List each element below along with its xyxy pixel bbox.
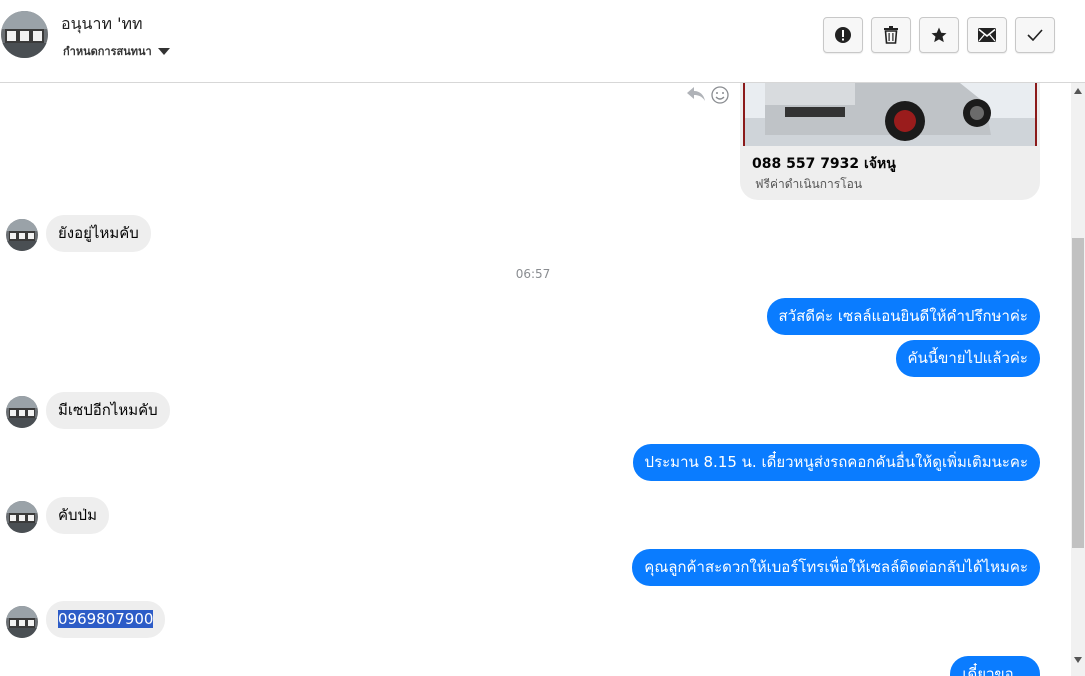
outgoing-message[interactable]: สวัสดีค่ะ เซลล์แอนยินดีให้คำปรึกษาค่ะ — [766, 298, 1040, 335]
conversation-settings-label: กำหนดการสนทนา — [63, 45, 152, 58]
scrollbar[interactable] — [1071, 83, 1085, 676]
scroll-thumb[interactable] — [1072, 238, 1084, 548]
incoming-message[interactable]: มีเซปอีกไหมคับ — [46, 392, 170, 429]
incoming-message-phone[interactable]: 0969807900 — [46, 601, 166, 638]
contact-avatar[interactable] — [1, 11, 48, 58]
conversation-header: อนุนาท 'ทท กำหนดการสนทนา — [0, 0, 1085, 83]
incoming-message[interactable]: คับป่ม — [46, 497, 109, 534]
contact-name[interactable]: อนุนาท 'ทท — [61, 12, 143, 37]
star-button[interactable] — [919, 17, 959, 53]
mail-icon — [978, 28, 996, 42]
check-icon — [1027, 29, 1043, 41]
attachment-title: 088 557 7932 เจ้หนู — [752, 156, 896, 172]
avatar[interactable] — [6, 396, 38, 428]
report-icon — [834, 26, 852, 44]
conversation-settings-dropdown[interactable]: กำหนดการสนทนา — [63, 42, 170, 60]
chevron-down-icon — [157, 47, 170, 55]
mark-done-button[interactable] — [1015, 17, 1055, 53]
mark-unread-button[interactable] — [967, 17, 1007, 53]
incoming-message[interactable]: ยังอยู่ไหมคับ — [46, 215, 151, 252]
outgoing-message[interactable]: คันนี้ขายไปแล้วค่ะ — [895, 340, 1040, 377]
trash-icon — [883, 26, 899, 44]
smiley-icon[interactable] — [710, 85, 730, 109]
attachment-car-image — [743, 83, 1037, 146]
scroll-up-icon[interactable] — [1074, 88, 1082, 94]
avatar[interactable] — [6, 219, 38, 251]
link-attachment-card[interactable]: 088 557 7932 เจ้หนู ฟรีค่าดำเนินการโอน — [740, 83, 1040, 200]
message-timestamp: 06:57 — [515, 267, 551, 281]
delete-button[interactable] — [871, 17, 911, 53]
message-list: 088 557 7932 เจ้หนู ฟรีค่าดำเนินการโอน ย… — [0, 83, 1071, 676]
scroll-down-icon[interactable] — [1074, 657, 1082, 663]
outgoing-message[interactable]: คุณลูกค้าสะดวกให้เบอร์โทรเพื่อให้เซลล์ติ… — [632, 549, 1040, 586]
attachment-subtitle: ฟรีค่าดำเนินการโอน — [755, 177, 863, 191]
avatar[interactable] — [6, 501, 38, 533]
reply-icon[interactable] — [686, 85, 706, 107]
avatar[interactable] — [6, 606, 38, 638]
selected-phone-text[interactable]: 0969807900 — [58, 610, 154, 628]
outgoing-message[interactable]: เดี๋ยวขอ... — [950, 656, 1040, 676]
report-button[interactable] — [823, 17, 863, 53]
star-icon — [930, 26, 948, 44]
outgoing-message[interactable]: ประมาน 8.15 น. เดี๋ยวหนูส่งรถคอกคันอื่นใ… — [632, 444, 1040, 481]
